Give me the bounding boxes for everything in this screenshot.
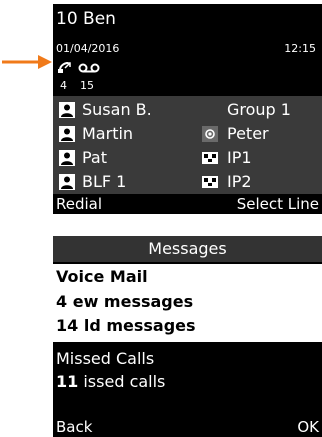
line-key-peter[interactable]: Peter	[187, 122, 322, 146]
messages-screen: Messages Voice Mail 4 ew messages 14 ld …	[53, 236, 322, 437]
time-display: 12:15	[284, 42, 316, 55]
arrow-right-icon	[2, 55, 52, 69]
voicemail-title: Voice Mail	[56, 267, 148, 286]
select-line-softkey[interactable]: Select Line	[237, 194, 319, 214]
notification-icons: 4 15	[56, 60, 126, 94]
person-icon	[59, 102, 75, 118]
back-softkey[interactable]: Back	[56, 417, 92, 437]
voicemail-list-item[interactable]: Voice Mail 4 ew messages 14 ld messages	[53, 264, 322, 342]
softkey-bar: Redial Select Line	[53, 194, 322, 214]
line-key-label: IP1	[227, 148, 252, 167]
new-messages-label: ew messages	[72, 292, 194, 311]
line-key-ip1[interactable]: IP1	[187, 146, 322, 170]
line-key-label: Peter	[227, 124, 269, 143]
new-messages-line: 4 ew messages	[56, 292, 193, 311]
new-messages-count: 4	[56, 292, 68, 311]
missed-calls-list-item[interactable]: Missed Calls 11 issed calls	[53, 344, 322, 416]
messages-title-bar: Messages	[53, 236, 322, 262]
idle-screen: 10 Ben 01/04/2016 12:15 4 15 Susan B. Gr…	[53, 4, 322, 214]
missed-calls-title: Missed Calls	[56, 349, 155, 368]
softkey-bar: Back OK	[53, 417, 322, 437]
page-title: Messages	[148, 239, 227, 258]
date-display: 01/04/2016	[56, 42, 120, 55]
line-key-ip2[interactable]: IP2	[187, 170, 322, 194]
voicemail-count: 15	[80, 79, 94, 92]
old-messages-count: 14	[56, 316, 79, 335]
handset-name-bar: 10 Ben	[53, 4, 322, 34]
line-key-blf1[interactable]: BLF 1	[53, 170, 183, 194]
line-key-martin[interactable]: Martin	[53, 122, 183, 146]
old-messages-line: 14 ld messages	[56, 316, 196, 335]
line-row: BLF 1 IP2	[53, 170, 322, 194]
line-key-label: Pat	[82, 148, 108, 167]
person-icon	[59, 126, 75, 142]
line-key-label: Susan B.	[82, 100, 152, 119]
line-key-label: Group 1	[227, 100, 291, 119]
line-row: Pat IP1	[53, 146, 322, 170]
person-icon	[59, 174, 75, 190]
handset-name: 10 Ben	[56, 9, 116, 29]
status-area: 01/04/2016 12:15 4 15	[53, 36, 322, 96]
missed-calls-label: issed calls	[83, 372, 166, 391]
email-icon	[202, 126, 218, 142]
ok-softkey[interactable]: OK	[297, 417, 319, 437]
line-key-label: BLF 1	[82, 172, 127, 191]
missed-calls-line: 11 issed calls	[56, 372, 165, 391]
missed-calls-count: 11	[56, 372, 79, 391]
line-key-label: Martin	[82, 124, 134, 143]
missed-call-count: 4	[60, 79, 67, 92]
line-key-susan[interactable]: Susan B.	[53, 98, 183, 122]
line-row: Susan B. Group 1	[53, 98, 322, 122]
old-messages-label: ld messages	[83, 316, 196, 335]
voicemail-icon	[78, 63, 100, 73]
line-key-grid: Susan B. Group 1 Martin Peter Pat IP1 BL…	[53, 96, 322, 194]
network-icon	[202, 176, 218, 188]
person-icon	[59, 150, 75, 166]
line-key-pat[interactable]: Pat	[53, 146, 183, 170]
network-icon	[202, 152, 218, 164]
line-key-label: IP2	[227, 172, 252, 191]
line-row: Martin Peter	[53, 122, 322, 146]
line-key-group1[interactable]: Group 1	[187, 98, 322, 122]
missed-call-icon	[58, 62, 71, 73]
redial-softkey[interactable]: Redial	[56, 194, 102, 214]
